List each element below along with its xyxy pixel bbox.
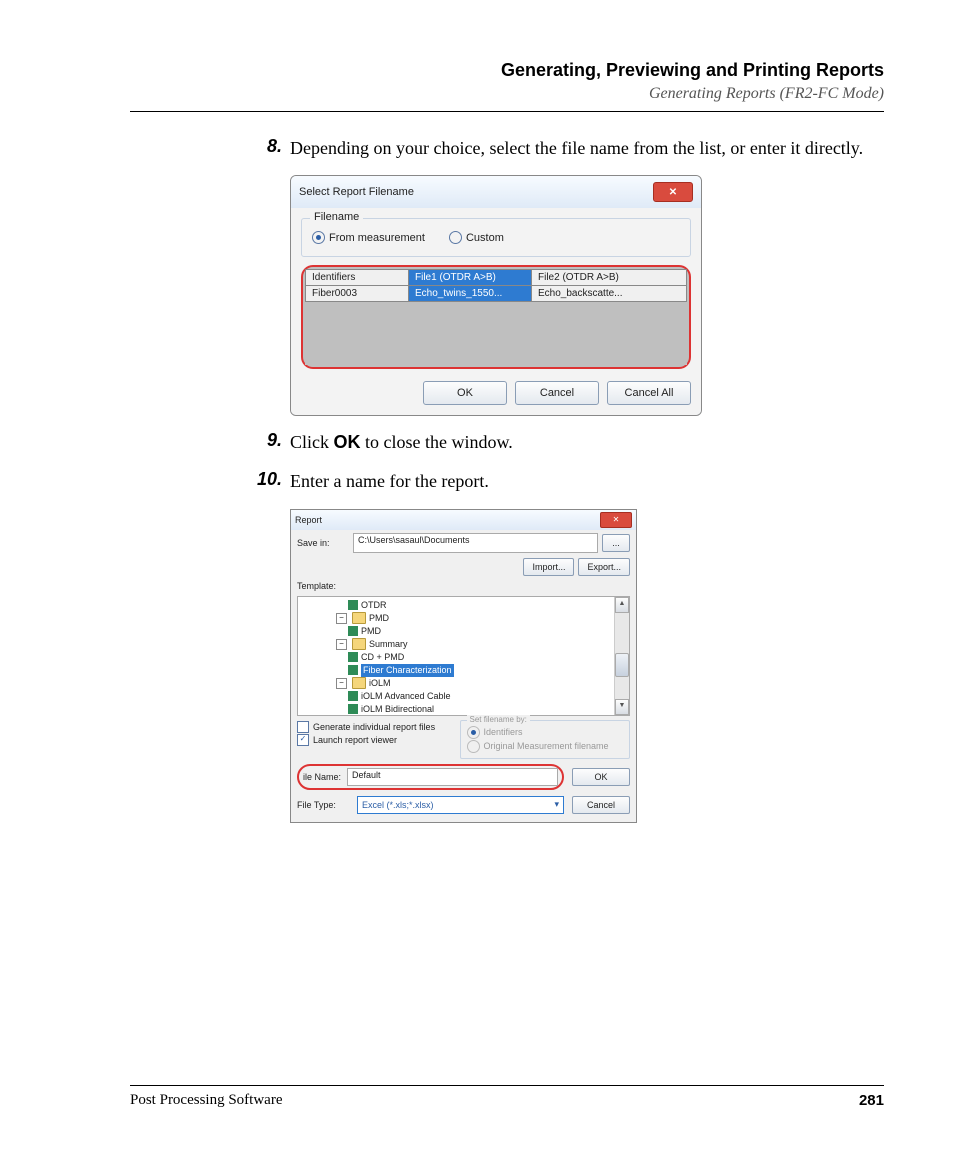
table-cell[interactable]: Echo_twins_1550... [409, 286, 532, 302]
radio-from-measurement-label: From measurement [329, 232, 425, 244]
excel-icon [348, 704, 358, 714]
ok-button[interactable]: OK [423, 381, 507, 405]
file-table[interactable]: Identifiers File1 (OTDR A>B) File2 (OTDR… [305, 269, 687, 302]
table-cell[interactable]: Identifiers [306, 270, 409, 286]
file-name-highlight: ile Name: Default [297, 764, 564, 790]
step-8-text: Depending on your choice, select the fil… [290, 136, 863, 161]
table-cell[interactable]: Fiber0003 [306, 286, 409, 302]
folder-icon [352, 612, 366, 624]
checkbox-launch-viewer[interactable]: ✓ Launch report viewer [297, 734, 454, 746]
page-subtitle: Generating Reports (FR2-FC Mode) [130, 85, 884, 103]
template-label: Template: [297, 581, 349, 591]
report-dialog: Report ✕ Save in: C:\Users\sasaul\Docume… [290, 509, 637, 823]
close-icon[interactable]: ✕ [600, 512, 632, 528]
checkbox-icon: ✓ [297, 734, 309, 746]
step-10-text: Enter a name for the report. [290, 469, 489, 494]
scroll-thumb[interactable] [615, 653, 629, 677]
excel-icon [348, 626, 358, 636]
cancel-button[interactable]: Cancel [572, 796, 630, 814]
set-filename-by-group: Set filename by: Identifiers Original Me… [460, 720, 631, 759]
select-report-filename-dialog: Select Report Filename ✕ Filename From m… [290, 175, 702, 416]
page-number: 281 [859, 1092, 884, 1109]
folder-icon [352, 677, 366, 689]
radio-from-measurement[interactable]: From measurement [312, 231, 425, 244]
table-cell[interactable]: File2 (OTDR A>B) [532, 270, 687, 286]
footer-left: Post Processing Software [130, 1092, 283, 1109]
radio-custom[interactable]: Custom [449, 231, 504, 244]
dialog1-title: Select Report Filename [299, 186, 414, 198]
radio-original-filename: Original Measurement filename [467, 740, 624, 753]
radio-icon [467, 726, 480, 739]
tree-item-iolm-advanced[interactable]: iOLM Advanced Cable [302, 690, 625, 703]
collapse-icon[interactable]: − [336, 678, 347, 689]
folder-icon [352, 638, 366, 650]
file-name-label: ile Name: [303, 772, 341, 782]
radio-custom-label: Custom [466, 232, 504, 244]
excel-icon [348, 665, 358, 675]
table-cell[interactable]: File1 (OTDR A>B) [409, 270, 532, 286]
radio-icon [312, 231, 325, 244]
browse-button[interactable]: ... [602, 534, 630, 552]
save-in-label: Save in: [297, 538, 349, 548]
step-9-number: 9. [250, 430, 290, 455]
step-8-number: 8. [250, 136, 290, 161]
ok-button[interactable]: OK [572, 768, 630, 786]
radio-identifiers: Identifiers [467, 726, 624, 739]
radio-icon [467, 740, 480, 753]
cancel-all-button[interactable]: Cancel All [607, 381, 691, 405]
scrollbar[interactable]: ▲ ▼ [614, 597, 629, 715]
template-tree[interactable]: OTDR −PMD PMD −Summary CD + PMD Fiber Ch… [297, 596, 630, 716]
excel-icon [348, 652, 358, 662]
close-icon[interactable]: ✕ [653, 182, 693, 202]
step-9-text: Click OK to close the window. [290, 430, 513, 455]
checkbox-generate-individual[interactable]: Generate individual report files [297, 721, 454, 733]
radio-icon [449, 231, 462, 244]
step-10-number: 10. [250, 469, 290, 494]
header-rule [130, 111, 884, 112]
tree-item-fiber-characterization[interactable]: Fiber Characterization [302, 664, 625, 677]
tree-item-pmd[interactable]: PMD [302, 625, 625, 638]
filename-group-label: Filename [310, 211, 363, 223]
cancel-button[interactable]: Cancel [515, 381, 599, 405]
file-type-label: File Type: [297, 800, 349, 810]
tree-item-otdr[interactable]: OTDR [302, 599, 625, 612]
collapse-icon[interactable]: − [336, 613, 347, 624]
table-cell[interactable]: Echo_backscatte... [532, 286, 687, 302]
checkbox-icon [297, 721, 309, 733]
excel-icon [348, 691, 358, 701]
collapse-icon[interactable]: − [336, 639, 347, 650]
set-filename-by-label: Set filename by: [467, 715, 530, 724]
tree-item-iolm[interactable]: −iOLM [302, 677, 625, 690]
scroll-up-icon[interactable]: ▲ [615, 597, 629, 613]
tree-item-cd-pmd[interactable]: CD + PMD [302, 651, 625, 664]
scroll-down-icon[interactable]: ▼ [615, 699, 629, 715]
tree-item-summary[interactable]: −Summary [302, 638, 625, 651]
tree-item-pmd-folder[interactable]: −PMD [302, 612, 625, 625]
excel-icon [348, 600, 358, 610]
export-button[interactable]: Export... [578, 558, 630, 576]
file-type-select[interactable]: Excel (*.xls;*.xlsx) [357, 796, 564, 814]
footer-rule [130, 1085, 884, 1086]
page-title: Generating, Previewing and Printing Repo… [130, 60, 884, 81]
tree-item-iolm-bidir[interactable]: iOLM Bidirectional [302, 703, 625, 716]
file-name-input[interactable]: Default [347, 768, 558, 786]
file-table-highlight: Identifiers File1 (OTDR A>B) File2 (OTDR… [301, 265, 691, 369]
import-button[interactable]: Import... [523, 558, 574, 576]
dialog2-title: Report [295, 515, 322, 525]
save-in-input[interactable]: C:\Users\sasaul\Documents [353, 533, 598, 553]
